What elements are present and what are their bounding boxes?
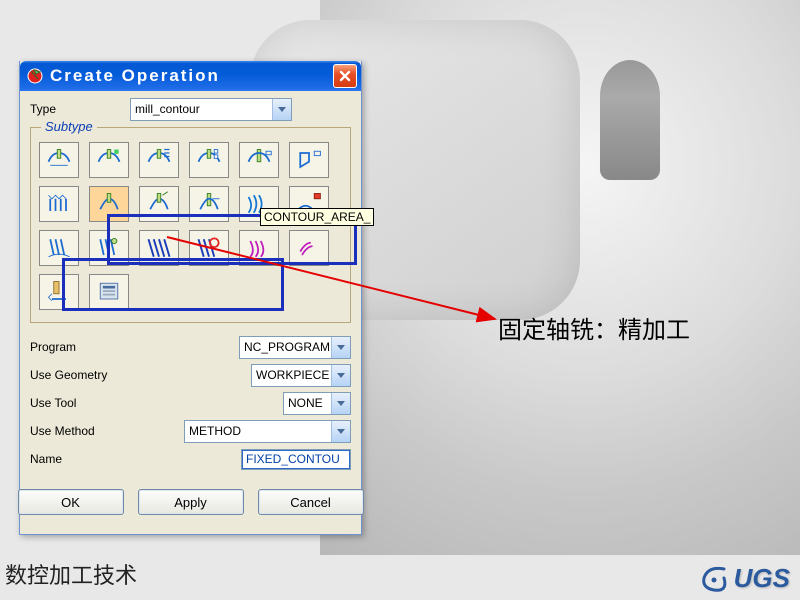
subtype-r1c5-icon[interactable] xyxy=(239,142,279,178)
subtype-label: Subtype xyxy=(41,119,97,134)
subtype-zlevel-follow-icon[interactable] xyxy=(89,142,129,178)
geometry-value: WORKPIECE xyxy=(252,368,331,382)
cancel-label: Cancel xyxy=(290,495,330,510)
name-input[interactable] xyxy=(241,449,351,470)
geometry-combo[interactable]: WORKPIECE xyxy=(251,364,351,387)
subtype-cavity-mill-icon[interactable] xyxy=(39,142,79,178)
chevron-down-icon[interactable] xyxy=(331,337,350,358)
subtype-tooltip: CONTOUR_AREA_ xyxy=(260,208,374,226)
tool-label: Use Tool xyxy=(30,396,160,410)
apply-label: Apply xyxy=(174,495,207,510)
subtype-r3c1-icon[interactable] xyxy=(39,230,79,266)
type-value: mill_contour xyxy=(131,102,272,116)
dialog-title: Create Operation xyxy=(50,66,327,86)
cancel-button[interactable]: Cancel xyxy=(258,489,364,515)
geometry-row: Use Geometry WORKPIECE xyxy=(30,361,351,389)
type-combo[interactable]: mill_contour xyxy=(130,98,292,121)
subtype-r3c3-icon[interactable] xyxy=(139,230,179,266)
chevron-down-icon[interactable] xyxy=(331,365,350,386)
subtype-r2c1-icon[interactable] xyxy=(39,186,79,222)
subtype-r4c1-icon[interactable] xyxy=(39,274,79,310)
chevron-down-icon[interactable] xyxy=(331,421,350,442)
subtype-r3c4-icon[interactable] xyxy=(189,230,229,266)
method-value: METHOD xyxy=(185,424,331,438)
geometry-label: Use Geometry xyxy=(30,368,160,382)
method-row: Use Method METHOD xyxy=(30,417,351,445)
titlebar[interactable]: Create Operation xyxy=(20,61,361,91)
subtype-r3c6-icon[interactable] xyxy=(289,230,329,266)
dialog-body: Type mill_contour Subtype xyxy=(20,91,361,525)
subtype-r3c2-icon[interactable] xyxy=(89,230,129,266)
button-row: OK Apply Cancel xyxy=(30,489,351,515)
tool-row: Use Tool NONE xyxy=(30,389,351,417)
ugs-swirl-icon xyxy=(698,564,730,594)
subtype-zlevel-corner-icon[interactable] xyxy=(139,142,179,178)
type-row: Type mill_contour xyxy=(30,97,351,121)
ugs-logo: UGS xyxy=(698,563,790,594)
close-icon xyxy=(339,70,351,82)
program-row: Program NC_PROGRAM xyxy=(30,333,351,361)
subtype-grid xyxy=(37,140,344,316)
app-icon xyxy=(26,67,44,85)
subtype-r1c6-icon[interactable] xyxy=(289,142,329,178)
ok-button[interactable]: OK xyxy=(18,489,124,515)
subtype-fixed-contour-icon[interactable] xyxy=(89,186,129,222)
rendered-milling-tool xyxy=(600,60,660,180)
apply-button[interactable]: Apply xyxy=(138,489,244,515)
name-label: Name xyxy=(30,452,160,466)
ok-label: OK xyxy=(61,495,80,510)
subtype-r3c5-icon[interactable] xyxy=(239,230,279,266)
method-label: Use Method xyxy=(30,424,160,438)
footer-text: 数控加工技术 xyxy=(5,558,137,590)
tool-combo[interactable]: NONE xyxy=(283,392,351,415)
close-button[interactable] xyxy=(333,64,357,88)
type-label: Type xyxy=(30,102,130,116)
subtype-r2c3-icon[interactable] xyxy=(139,186,179,222)
create-operation-dialog: Create Operation Type mill_contour Subty… xyxy=(19,61,362,535)
program-label: Program xyxy=(30,340,160,354)
logo-text: UGS xyxy=(734,563,790,594)
name-row: Name xyxy=(30,445,351,473)
subtype-r1c4-icon[interactable] xyxy=(189,142,229,178)
chevron-down-icon[interactable] xyxy=(331,393,350,414)
callout-text: 固定轴铣：精加工 xyxy=(498,310,690,345)
background-render xyxy=(320,0,800,555)
chevron-down-icon[interactable] xyxy=(272,99,291,120)
subtype-r2c4-icon[interactable] xyxy=(189,186,229,222)
program-combo[interactable]: NC_PROGRAM xyxy=(239,336,351,359)
program-value: NC_PROGRAM xyxy=(240,340,331,354)
fields-area: Program NC_PROGRAM Use Geometry WORKPIEC… xyxy=(30,333,351,473)
subtype-r4c2-icon[interactable] xyxy=(89,274,129,310)
method-combo[interactable]: METHOD xyxy=(184,420,351,443)
tool-value: NONE xyxy=(284,396,331,410)
